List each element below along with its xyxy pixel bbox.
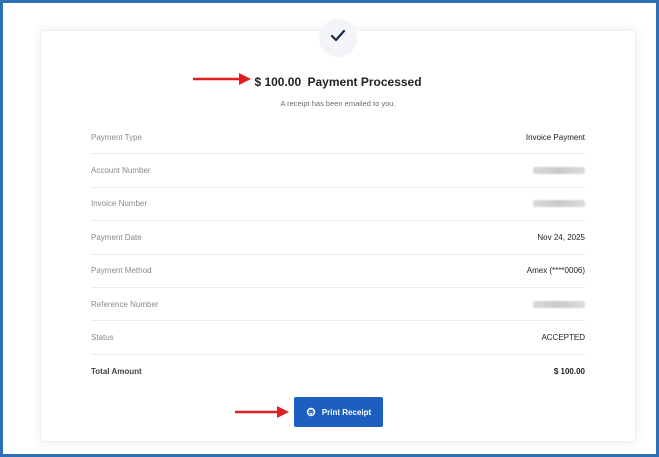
total-amount-value: $ 100.00 bbox=[553, 366, 585, 376]
print-icon bbox=[306, 407, 316, 417]
checkmark-icon bbox=[330, 29, 346, 48]
detail-label: Reference Number bbox=[91, 299, 159, 309]
payment-status-title: Payment Processed bbox=[307, 75, 422, 89]
redacted-value bbox=[533, 300, 585, 308]
print-receipt-label: Print Receipt bbox=[321, 407, 372, 417]
detail-row-payment-date: Payment Date Nov 24, 2025 bbox=[91, 221, 585, 255]
detail-value: Nov 24, 2025 bbox=[537, 232, 585, 242]
payment-processed-heading: $ 100.00 Payment Processed bbox=[41, 75, 635, 89]
status-value: ACCEPTED bbox=[541, 333, 585, 343]
detail-value: Invoice Payment bbox=[525, 132, 585, 142]
detail-row-account-number: Account Number bbox=[91, 154, 585, 188]
annotation-arrow-heading bbox=[193, 73, 251, 85]
detail-row-total-amount: Total Amount $ 100.00 bbox=[91, 355, 585, 388]
detail-label: Account Number bbox=[91, 166, 151, 176]
payment-amount: $ 100.00 bbox=[254, 75, 302, 89]
detail-row-payment-type: Payment Type Invoice Payment bbox=[91, 121, 585, 155]
detail-row-reference-number: Reference Number bbox=[91, 288, 585, 322]
detail-label: Payment Date bbox=[91, 232, 142, 242]
detail-label: Total Amount bbox=[91, 366, 142, 376]
detail-label: Payment Type bbox=[91, 132, 142, 142]
payment-confirmation-card: $ 100.00 Payment Processed A receipt has… bbox=[40, 19, 636, 442]
receipt-emailed-text: A receipt has been emailed to you. bbox=[280, 99, 396, 108]
redacted-value bbox=[533, 167, 585, 175]
detail-value: Amex (****0006) bbox=[526, 266, 585, 276]
print-receipt-button[interactable]: Print Receipt bbox=[294, 397, 383, 427]
redacted-value bbox=[533, 200, 585, 208]
detail-label: Status bbox=[91, 333, 114, 343]
detail-row-status: Status ACCEPTED bbox=[91, 321, 585, 355]
detail-row-invoice-number: Invoice Number bbox=[91, 188, 585, 222]
detail-label: Payment Method bbox=[91, 266, 152, 276]
detail-label: Invoice Number bbox=[91, 199, 148, 209]
payment-details-list: Payment Type Invoice Payment Account Num… bbox=[91, 121, 585, 388]
detail-row-payment-method: Payment Method Amex (****0006) bbox=[91, 255, 585, 288]
annotation-arrow-print bbox=[235, 406, 289, 418]
success-badge bbox=[319, 19, 357, 57]
